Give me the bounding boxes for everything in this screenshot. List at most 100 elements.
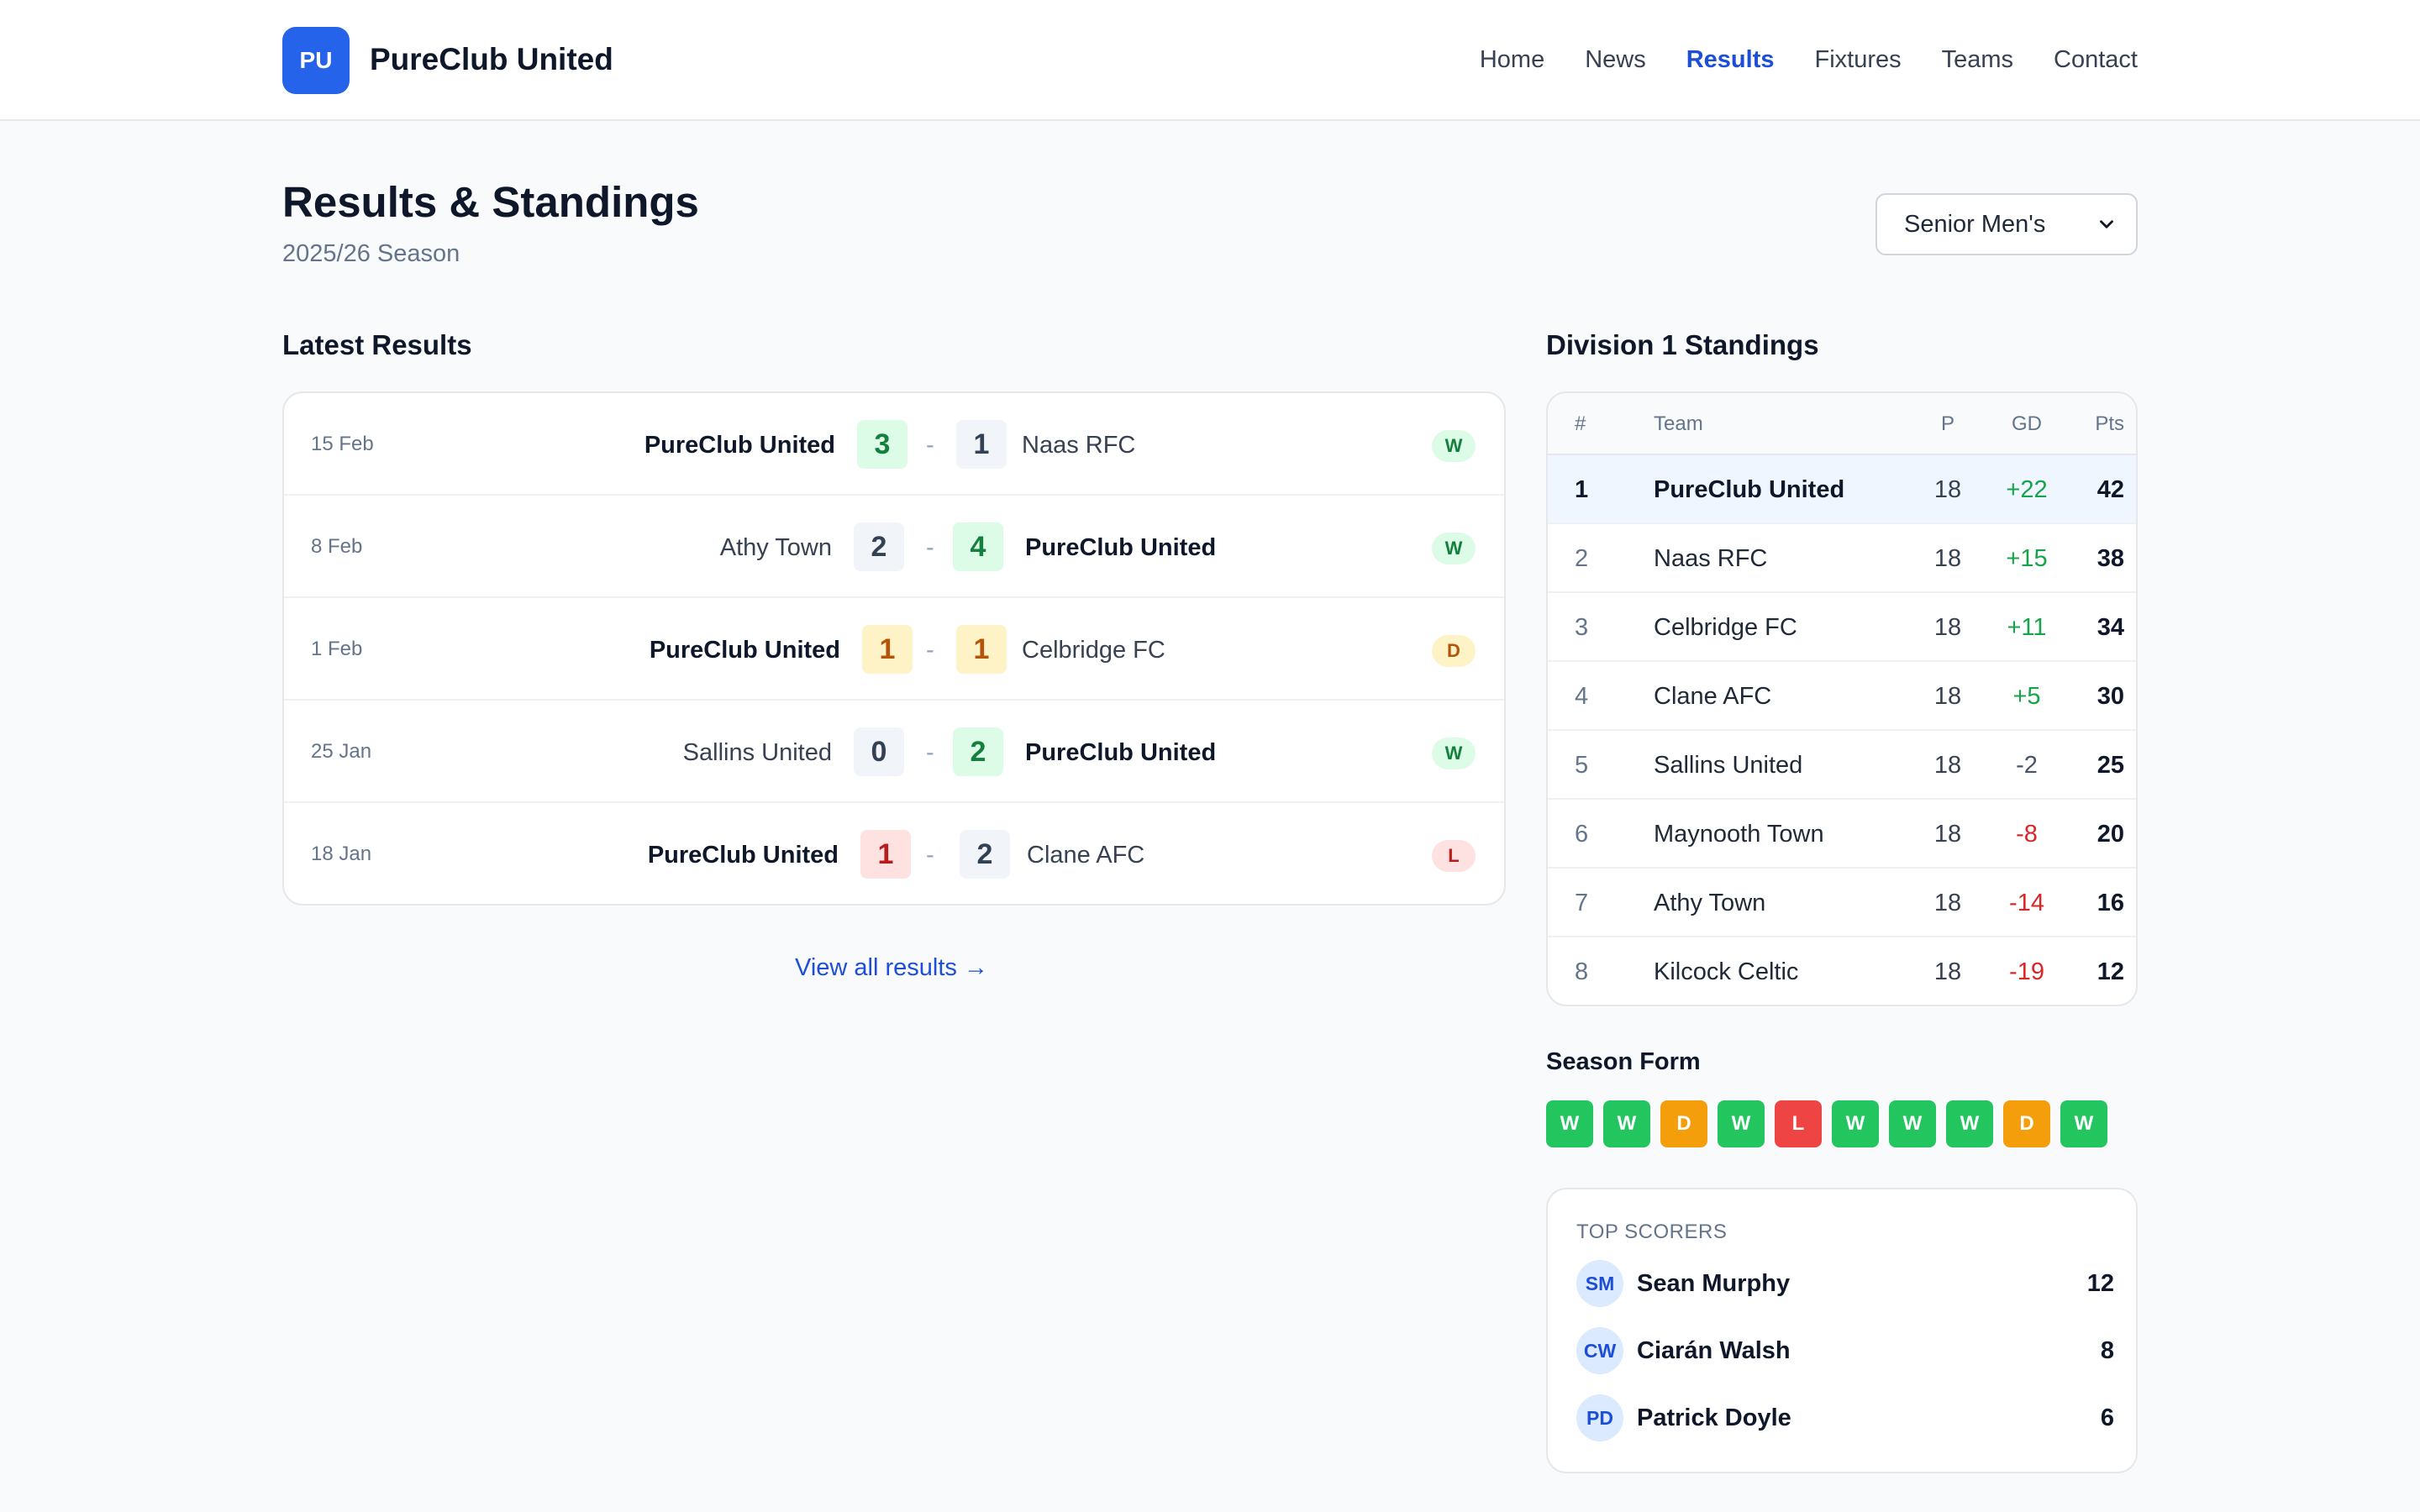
result-badge: L [1432,840,1476,872]
nav-teams[interactable]: Teams [1942,42,2013,77]
home-team: PureClub United [649,637,840,664]
team-name: Celbridge FC [1654,614,1797,641]
position: 5 [1575,752,1589,779]
club-name[interactable]: PureClub United [370,40,613,79]
position: 2 [1575,545,1589,572]
table-row[interactable]: 5 Sallins United 18 -2 25 [1548,731,2136,800]
scorer-name: Ciarán Walsh [1637,1337,1791,1364]
played: 18 [1933,958,1962,985]
goal-difference: +22 [2006,476,2048,503]
away-score: 1 [956,625,1007,674]
form-chip: W [1946,1100,1993,1147]
view-all-results-link[interactable]: View all results → [795,953,988,983]
header-team[interactable]: Team [1654,410,1703,438]
avatar: SM [1576,1260,1623,1307]
result-badge: D [1432,635,1476,667]
table-row[interactable]: 3 Celbridge FC 18 +11 34 [1548,593,2136,662]
form-chip: D [1660,1100,1707,1147]
away-team: Naas RFC [1022,432,1136,459]
header-position[interactable]: # [1575,410,1586,438]
points: 20 [2096,821,2124,848]
standings-header-row: # Team P GD Pts [1548,393,2136,455]
position: 7 [1575,890,1589,916]
home-team: PureClub United [644,432,835,459]
score-separator: - [926,739,934,766]
match-date: 15 Feb [311,433,374,455]
table-row[interactable]: 1 PureClub United 18 +22 42 [1548,455,2136,524]
result-row[interactable]: 18 Jan PureClub United 1 - 2 Clane AFC L [284,803,1504,904]
goal-difference: +11 [2007,614,2047,641]
table-row[interactable]: 8 Kilcock Celtic 18 -19 12 [1548,937,2136,1005]
position: 6 [1575,821,1589,848]
table-row[interactable]: 2 Naas RFC 18 +15 38 [1548,524,2136,593]
home-score: 1 [862,625,913,674]
latest-results-heading: Latest Results [282,329,472,360]
nav-home[interactable]: Home [1480,42,1544,77]
goal-difference: -19 [2009,958,2044,985]
goal-difference: +15 [2006,545,2048,572]
nav-contact[interactable]: Contact [2054,42,2138,77]
team-name: Kilcock Celtic [1654,958,1799,985]
avatar: CW [1576,1327,1623,1374]
scorer-row[interactable]: CW Ciarán Walsh 8 [1576,1327,2114,1378]
table-row[interactable]: 4 Clane AFC 18 +5 30 [1548,662,2136,731]
score-separator: - [926,637,934,664]
header-goal-difference[interactable]: GD [1993,410,2060,438]
home-score: 0 [854,727,904,776]
match-date: 1 Feb [311,638,363,660]
played: 18 [1933,821,1962,848]
form-chip: L [1775,1100,1822,1147]
home-score: 1 [860,830,911,879]
top-scorers-title: TOP SCORERS [1576,1221,1728,1243]
goal-difference: -2 [2016,752,2038,779]
result-row[interactable]: 8 Feb Athy Town 2 - 4 PureClub United W [284,496,1504,598]
match-date: 8 Feb [311,535,363,558]
away-team: PureClub United [1025,534,1217,561]
form-chip: W [1603,1100,1650,1147]
points: 25 [2096,752,2124,779]
main-nav: Home News Results Fixtures Teams Contact [1439,42,2138,77]
home-team: Athy Town [719,534,832,561]
away-team: PureClub United [1025,739,1217,766]
position: 4 [1575,683,1589,710]
scorer-row[interactable]: SM Sean Murphy 12 [1576,1260,2114,1310]
nav-news[interactable]: News [1585,42,1646,77]
page-title: Results & Standings [282,178,699,226]
team-select-dropdown[interactable]: Senior Men's [1876,193,2138,255]
scorer-row[interactable]: PD Patrick Doyle 6 [1576,1394,2114,1445]
points: 12 [2096,958,2124,985]
form-chip: W [2060,1100,2107,1147]
team-name: Clane AFC [1654,683,1772,710]
score-separator: - [926,432,934,459]
points: 42 [2096,476,2124,503]
header-played[interactable]: P [1923,410,1973,438]
home-score: 2 [854,522,904,571]
table-row[interactable]: 7 Athy Town 18 -14 16 [1548,869,2136,937]
away-score: 4 [953,522,1003,571]
result-row[interactable]: 15 Feb PureClub United 3 - 1 Naas RFC W [284,393,1504,496]
nav-results[interactable]: Results [1686,42,1775,77]
points: 34 [2096,614,2124,641]
scorer-name: Patrick Doyle [1637,1404,1791,1431]
nav-fixtures[interactable]: Fixtures [1814,42,1901,77]
scorer-goals: 12 [2086,1270,2114,1297]
away-team: Celbridge FC [1022,637,1165,664]
form-chip: W [1832,1100,1879,1147]
result-row[interactable]: 1 Feb PureClub United 1 - 1 Celbridge FC… [284,598,1504,701]
club-logo[interactable]: PU [282,27,350,94]
match-date: 18 Jan [311,843,372,865]
form-chip: D [2003,1100,2050,1147]
season-form-strip: W W D W L W W W D W [1546,1100,2118,1147]
season-form-heading: Season Form [1546,1048,1701,1075]
header-points[interactable]: Pts [2065,410,2124,438]
top-scorers-card: TOP SCORERS SM Sean Murphy 12 CW Ciarán … [1546,1188,2138,1473]
team-select-value: Senior Men's [1904,210,2046,238]
played: 18 [1933,476,1962,503]
team-name: Naas RFC [1654,545,1768,572]
away-score: 1 [956,420,1007,469]
result-row[interactable]: 25 Jan Sallins United 0 - 2 PureClub Uni… [284,701,1504,803]
standings-heading: Division 1 Standings [1546,329,1819,360]
table-row[interactable]: 6 Maynooth Town 18 -8 20 [1548,800,2136,869]
played: 18 [1933,614,1962,641]
goal-difference: +5 [2012,683,2041,710]
